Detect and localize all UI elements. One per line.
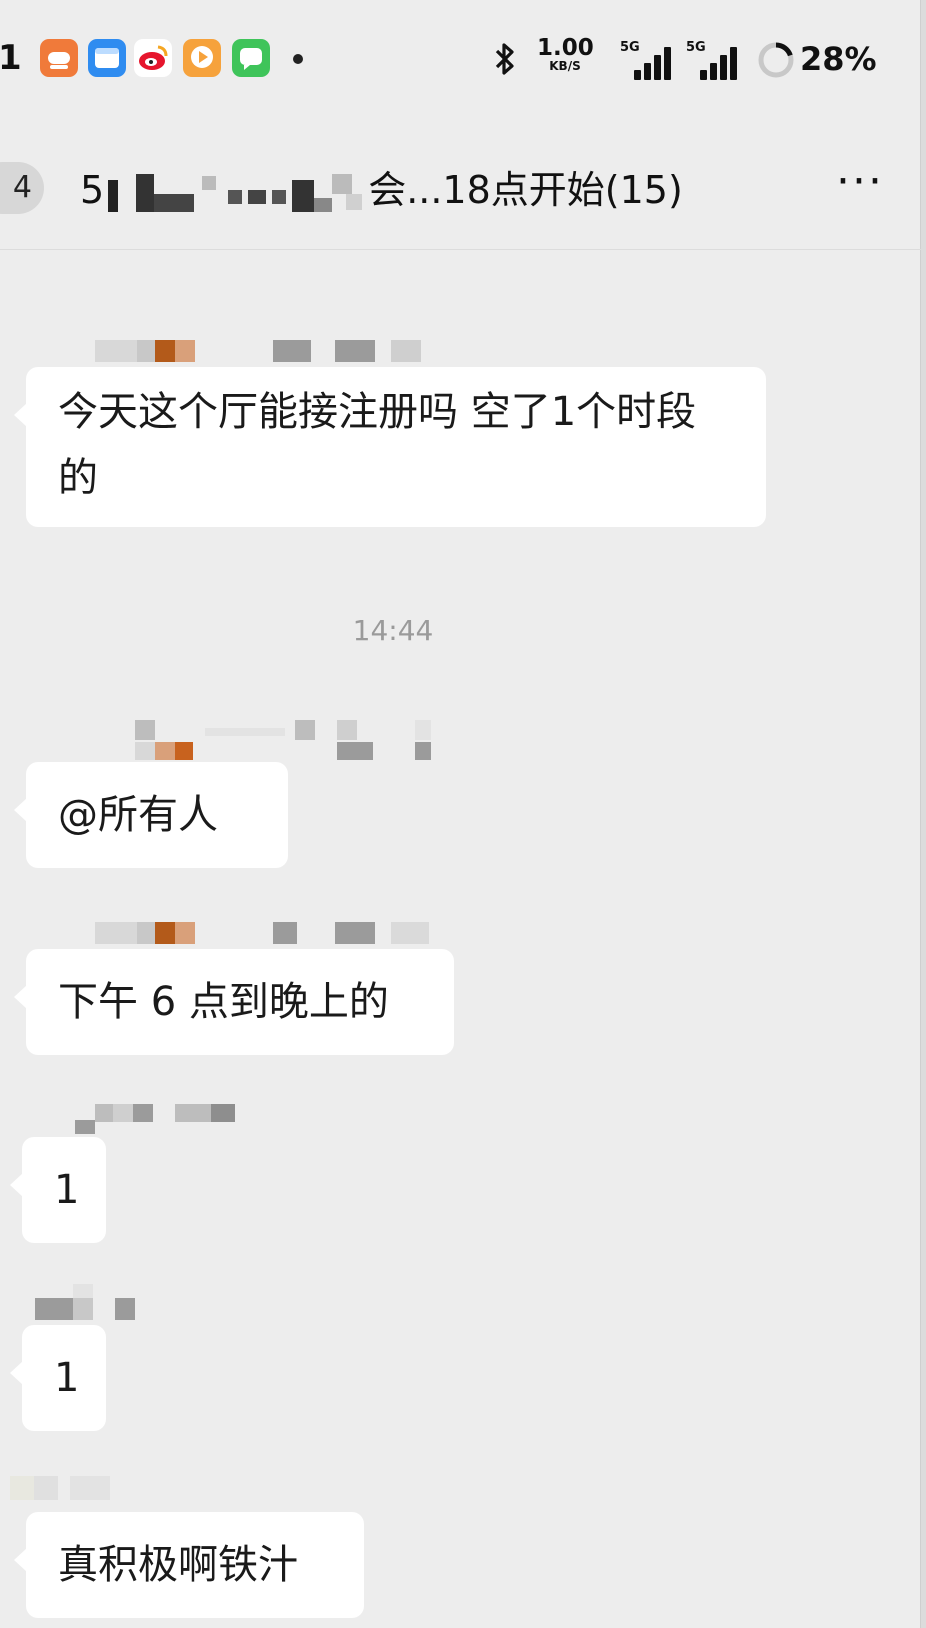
chat-title: 5 会...18点开始(15)	[80, 160, 700, 220]
chat-header: 4 5 会...18点开始(15) ···	[0, 150, 926, 250]
sender-name-blurred	[75, 1100, 245, 1134]
unread-count: 4	[12, 170, 32, 205]
title-suffix: 会...18点开始(15)	[368, 168, 683, 212]
food-app-icon	[40, 39, 78, 77]
files-app-icon	[88, 39, 126, 77]
sender-name-blurred	[10, 1470, 120, 1500]
network-speed: 1.00 KB/S	[537, 35, 594, 73]
title-prefix: 5	[80, 168, 105, 212]
weibo-app-icon	[134, 39, 172, 77]
messages-app-icon	[232, 39, 270, 77]
more-icon[interactable]: ···	[828, 160, 892, 208]
message-bubble[interactable]: 1	[10, 1137, 106, 1243]
sender-name-blurred	[95, 920, 435, 946]
signal-icon-sim2: 5G	[686, 40, 740, 80]
sender-name-blurred	[135, 720, 445, 760]
chat-screen: 1 1.00 KB/S 5G 5G 28% 4 5 会...18点开始(15) …	[0, 0, 926, 1628]
message-bubble[interactable]: 1	[10, 1325, 106, 1431]
notification-dot	[293, 54, 303, 64]
sender-name-blurred	[95, 338, 435, 364]
message-bubble[interactable]: @所有人	[14, 762, 288, 868]
signal-icon-sim1: 5G	[620, 40, 674, 80]
bluetooth-icon	[492, 40, 518, 82]
battery-percent: 28%	[800, 40, 877, 78]
back-button[interactable]: 4	[0, 162, 44, 214]
video-app-icon	[183, 39, 221, 77]
message-bubble[interactable]: 真积极啊铁汁	[14, 1512, 364, 1618]
redacted-name-pixels	[106, 170, 366, 216]
battery-ring-icon	[756, 40, 796, 80]
message-bubble[interactable]: 下午 6 点到晚上的	[14, 949, 454, 1055]
message-bubble[interactable]: 今天这个厅能接注册吗 空了1个时段的	[14, 367, 766, 527]
sender-name-blurred	[35, 1284, 145, 1320]
status-time: 1	[0, 38, 22, 78]
message-timestamp: 14:44	[352, 614, 434, 647]
status-bar: 1 1.00 KB/S 5G 5G 28%	[0, 28, 926, 94]
